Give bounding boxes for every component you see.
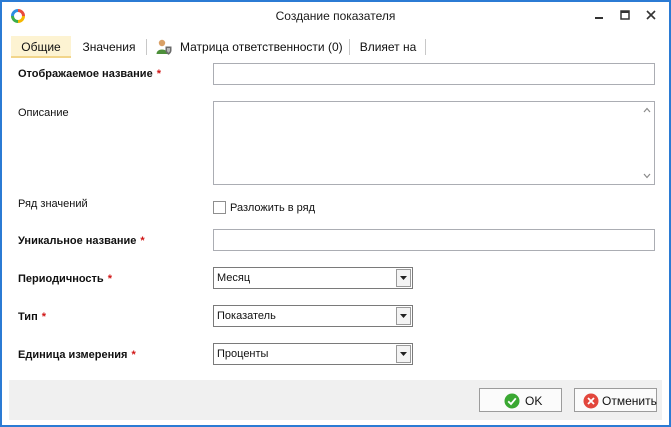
description-label: Описание — [18, 107, 69, 119]
unit-dropdown-button[interactable] — [396, 345, 411, 363]
unit-label: Единица измерения * — [18, 349, 136, 361]
chevron-down-icon — [400, 276, 407, 280]
dialog-footer: OK Отменить — [9, 380, 662, 420]
periodicity-select[interactable]: Месяц — [213, 267, 413, 289]
tab-influences[interactable]: Влияет на — [357, 36, 419, 58]
tab-label: Общие — [21, 40, 61, 54]
required-marker: * — [41, 311, 46, 323]
minimize-button[interactable] — [588, 6, 610, 26]
chevron-down-icon — [400, 352, 407, 356]
tab-label: Влияет на — [359, 40, 417, 54]
tab-divider — [425, 39, 426, 55]
tab-strip: Общие Значения Матрица ответственности (… — [11, 36, 661, 58]
user-shield-icon — [156, 39, 172, 55]
decompose-series-label[interactable]: Разложить в ряд — [230, 202, 315, 214]
minimize-icon — [595, 17, 603, 19]
cancel-button[interactable]: Отменить — [574, 388, 657, 412]
maximize-button[interactable] — [614, 6, 636, 26]
unit-select[interactable]: Проценты — [213, 343, 413, 365]
ok-button-label: OK — [525, 394, 543, 408]
close-icon — [646, 10, 656, 20]
type-value: Показатель — [217, 310, 276, 322]
required-marker: * — [107, 273, 112, 285]
cancel-button-label: Отменить — [602, 394, 657, 408]
cancel-circle-icon — [583, 393, 599, 409]
title-bar[interactable]: Создание показателя — [2, 2, 669, 30]
required-marker: * — [131, 349, 136, 361]
scroll-down-icon[interactable] — [643, 173, 651, 179]
display-name-label: Отображаемое название * — [18, 68, 161, 80]
type-label: Тип * — [18, 311, 46, 323]
unit-value: Проценты — [217, 348, 269, 360]
display-name-input[interactable] — [213, 63, 655, 85]
unique-name-label: Уникальное название * — [18, 235, 145, 247]
decompose-series-checkbox[interactable] — [213, 201, 226, 214]
tab-values[interactable]: Значения — [77, 36, 141, 58]
tab-divider — [146, 39, 147, 55]
tab-label: Матрица ответственности (0) — [180, 40, 343, 54]
description-textarea[interactable] — [213, 101, 655, 185]
type-dropdown-button[interactable] — [396, 307, 411, 325]
close-button[interactable] — [640, 6, 662, 26]
tab-divider — [349, 39, 350, 55]
required-marker: * — [140, 235, 145, 247]
tab-label: Значения — [82, 40, 136, 54]
description-scrollbar[interactable] — [640, 102, 654, 184]
window-title: Создание показателя — [275, 9, 396, 23]
periodicity-label: Периодичность * — [18, 273, 112, 285]
tab-responsibility-matrix[interactable]: Матрица ответственности (0) — [153, 36, 349, 58]
ok-button[interactable]: OK — [479, 388, 562, 412]
unique-name-input[interactable] — [213, 229, 655, 251]
series-label: Ряд значений — [18, 198, 88, 210]
dialog-window: Создание показателя Общие Значения Матри… — [0, 0, 671, 427]
scroll-up-icon[interactable] — [643, 107, 651, 113]
required-marker: * — [156, 68, 161, 80]
periodicity-dropdown-button[interactable] — [396, 269, 411, 287]
tab-general[interactable]: Общие — [11, 36, 71, 58]
maximize-icon — [620, 10, 630, 20]
check-circle-icon — [504, 393, 520, 409]
periodicity-value: Месяц — [217, 272, 251, 284]
chevron-down-icon — [400, 314, 407, 318]
type-select[interactable]: Показатель — [213, 305, 413, 327]
